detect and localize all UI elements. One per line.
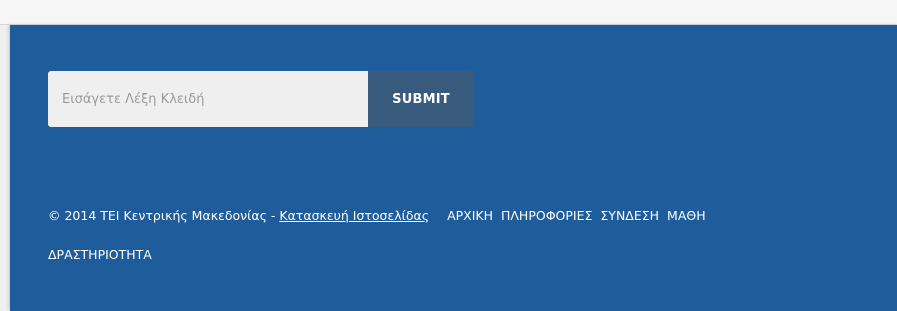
footer-nav-activity[interactable]: ΔΡΑΣΤΗΡΙΟΤΗΤΑ bbox=[48, 247, 152, 262]
footer-nav-truncated[interactable]: ΜΑΘΗ bbox=[667, 208, 706, 223]
search-form: SUBMIT bbox=[48, 71, 474, 127]
site-footer: SUBMIT © 2014 ΤΕΙ Κεντρικής Μακεδονίας -… bbox=[10, 25, 897, 311]
footer-nav-home[interactable]: ΑΡΧΙΚΗ bbox=[447, 208, 493, 223]
page-top-strip bbox=[0, 0, 897, 25]
footer-nav-second-line: ΔΡΑΣΤΗΡΙΟΤΗΤΑ bbox=[48, 247, 152, 262]
copyright-text: © 2014 ΤΕΙ Κεντρικής Μακεδονίας - bbox=[48, 208, 280, 223]
search-input[interactable] bbox=[48, 71, 368, 127]
submit-button[interactable]: SUBMIT bbox=[368, 71, 474, 127]
footer-nav-info[interactable]: ΠΛΗΡΟΦΟΡΙΕΣ bbox=[501, 208, 592, 223]
footer-nav-login[interactable]: ΣΥΝΔΕΣΗ bbox=[600, 208, 659, 223]
footer-bottom-line: © 2014 ΤΕΙ Κεντρικής Μακεδονίας - Κατασκ… bbox=[48, 208, 897, 223]
footer-nav: ΑΡΧΙΚΗ ΠΛΗΡΟΦΟΡΙΕΣ ΣΥΝΔΕΣΗ ΜΑΘΗ bbox=[447, 208, 710, 223]
website-builder-link[interactable]: Κατασκευή Ιστοσελίδας bbox=[279, 208, 429, 223]
